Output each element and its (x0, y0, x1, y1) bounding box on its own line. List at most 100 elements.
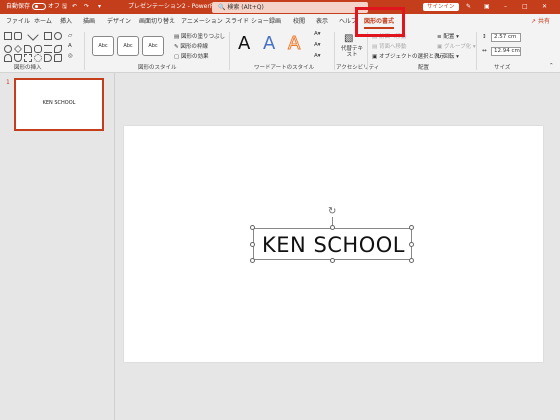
shape-fill-button[interactable]: ▤ 図形の塗りつぶし (174, 32, 225, 40)
resize-handle-s[interactable] (330, 258, 335, 263)
square-shape-icon[interactable] (44, 32, 52, 40)
tab-shape-icon[interactable] (54, 54, 62, 62)
search-placeholder: 検索 (Alt+Q) (227, 4, 264, 11)
bracket-shape-icon[interactable] (44, 45, 52, 53)
ribbon-tabs: ファイル ホーム 挿入 描画 デザイン 画面切り替え アニメーション スライド … (0, 14, 560, 29)
resize-handle-se[interactable] (409, 258, 414, 263)
half-circle-shape-icon[interactable] (44, 54, 52, 62)
ribbon: ▱ A ◎ 図形の挿入 Abc Abc Abc ▤ 図形の塗りつぶし ✎ 図形の… (0, 29, 560, 73)
tab-home[interactable]: ホーム (34, 14, 52, 29)
oval-shape-icon[interactable] (54, 32, 62, 40)
textbox-icon[interactable]: A (68, 43, 72, 49)
signin-button[interactable]: サインイン (423, 3, 459, 11)
resize-handle-n[interactable] (330, 225, 335, 230)
tab-design[interactable]: デザイン (107, 14, 131, 29)
share-button[interactable]: ↗ 共有 (531, 14, 550, 29)
shape-fill-label: 図形の塗りつぶし (180, 34, 226, 40)
divider (367, 32, 368, 70)
group-label-accessibility: アクセシビリティ (336, 65, 380, 71)
divider (334, 32, 335, 70)
group-button[interactable]: ▣ グループ化 ▾ (437, 42, 476, 50)
resize-handle-nw[interactable] (250, 225, 255, 230)
group-label-size: サイズ (494, 65, 511, 71)
rotate-handle-icon[interactable]: ↻ (328, 207, 338, 217)
dashed-shape-icon[interactable] (24, 54, 32, 62)
shape-effects-button[interactable]: ▢ 図形の効果 (174, 52, 208, 60)
minimize-icon[interactable]: – (504, 0, 507, 14)
textbox-text[interactable]: KEN SCHOOL (254, 229, 413, 261)
autosave-toggle[interactable]: オフ (32, 0, 60, 14)
autosave-label: 自動保存 (6, 3, 31, 10)
arch-shape-icon[interactable] (4, 54, 12, 62)
shape-outline-button[interactable]: ✎ 図形の枠線 (174, 42, 208, 50)
selection-pane-label: オブジェクトの選択と表示 (378, 54, 445, 60)
tab-file[interactable]: ファイル (6, 14, 30, 29)
height-icon: ↕ (482, 34, 487, 40)
share-label: 共有 (537, 18, 550, 25)
tab-insert[interactable]: 挿入 (60, 14, 72, 29)
maximize-icon[interactable]: □ (522, 0, 528, 14)
undo-icon[interactable]: ↶ (72, 0, 77, 14)
style-preset-1[interactable]: Abc (92, 36, 114, 56)
resize-handle-w[interactable] (250, 242, 255, 247)
text-fill-icon[interactable]: A▾ (314, 31, 321, 37)
save-icon[interactable]: 🖫 (62, 0, 67, 14)
rect-shape-icon[interactable] (4, 32, 12, 40)
merge-shapes-icon[interactable]: ◎ (68, 53, 73, 59)
send-backward-button[interactable]: ▤ 背面へ移動 (372, 42, 406, 50)
alt-text-button[interactable]: 代替テキスト (339, 46, 365, 58)
selected-textbox[interactable]: KEN SCHOOL (253, 228, 412, 260)
rounded-rect-shape-icon[interactable] (14, 32, 22, 40)
wordart-orange-outline[interactable]: A (287, 33, 300, 55)
width-field[interactable]: 12.94 cm (491, 47, 521, 56)
diamond-shape-icon[interactable] (14, 45, 22, 53)
style-preset-2[interactable]: Abc (117, 36, 139, 56)
dotted-circle-shape-icon[interactable] (34, 54, 42, 62)
cup-shape-icon[interactable] (14, 54, 22, 62)
ribbon-display-icon[interactable]: ▣ (484, 0, 490, 14)
tab-view[interactable]: 表示 (316, 14, 328, 29)
selection-pane-button[interactable]: ▣ オブジェクトの選択と表示 (372, 52, 445, 60)
leaf-shape-icon[interactable] (54, 45, 62, 53)
rotate-label: 回転 (443, 54, 455, 60)
title-bar: 自動保存 オフ 🖫 ↶ ↷ ▾ プレゼンテーション2 - PowerPoint … (0, 0, 560, 14)
tab-animations[interactable]: アニメーション (181, 14, 223, 29)
alt-text-icon[interactable]: ▧ (344, 33, 353, 44)
text-outline-icon[interactable]: A▾ (314, 42, 321, 48)
circle-shape-icon[interactable] (4, 45, 12, 53)
collapse-ribbon-icon[interactable]: ⌃ (549, 63, 554, 69)
group-label-shape-styles: 図形のスタイル (138, 65, 177, 71)
shapes-gallery[interactable] (4, 32, 64, 62)
height-field[interactable]: 2.57 cm (491, 33, 521, 42)
line2-shape-icon[interactable] (32, 34, 44, 46)
resize-handle-sw[interactable] (250, 258, 255, 263)
edit-shape-icon[interactable]: ▱ (68, 33, 72, 39)
resize-handle-ne[interactable] (409, 225, 414, 230)
tab-slideshow[interactable]: スライド ショー (225, 14, 269, 29)
document-title: プレゼンテーション2 - PowerPoint (128, 3, 225, 10)
wordart-blue[interactable]: A (263, 33, 275, 54)
divider (84, 32, 85, 70)
tab-draw[interactable]: 描画 (83, 14, 95, 29)
text-effects-icon[interactable]: A▾ (314, 53, 321, 59)
rotate-button[interactable]: ↻ 回転 ▾ (437, 52, 459, 60)
resize-handle-e[interactable] (409, 242, 414, 247)
rounded-shape-icon[interactable] (34, 45, 42, 53)
slide-thumbnail[interactable]: KEN SCHOOL (14, 78, 104, 131)
redo-icon[interactable]: ↷ (84, 0, 89, 14)
tab-record[interactable]: 録画 (269, 14, 281, 29)
group-label: グループ化 (443, 44, 472, 50)
shape-effects-label: 図形の効果 (180, 54, 209, 60)
align-button[interactable]: ≡ 配置 ▾ (437, 32, 459, 40)
tab-review[interactable]: 校閲 (293, 14, 305, 29)
wordart-black[interactable]: A (238, 33, 250, 54)
shape-outline-label: 図形の枠線 (180, 44, 208, 50)
close-icon[interactable]: ✕ (542, 0, 547, 14)
width-icon: ↔ (482, 48, 487, 54)
pen-icon[interactable]: ✎ (466, 0, 471, 14)
corner-shape-icon[interactable] (24, 45, 32, 53)
tab-transitions[interactable]: 画面切り替え (139, 14, 175, 29)
search-input[interactable]: 🔍 検索 (Alt+Q) (212, 2, 368, 13)
style-preset-3[interactable]: Abc (142, 36, 164, 56)
customize-qat-icon[interactable]: ▾ (98, 0, 101, 14)
